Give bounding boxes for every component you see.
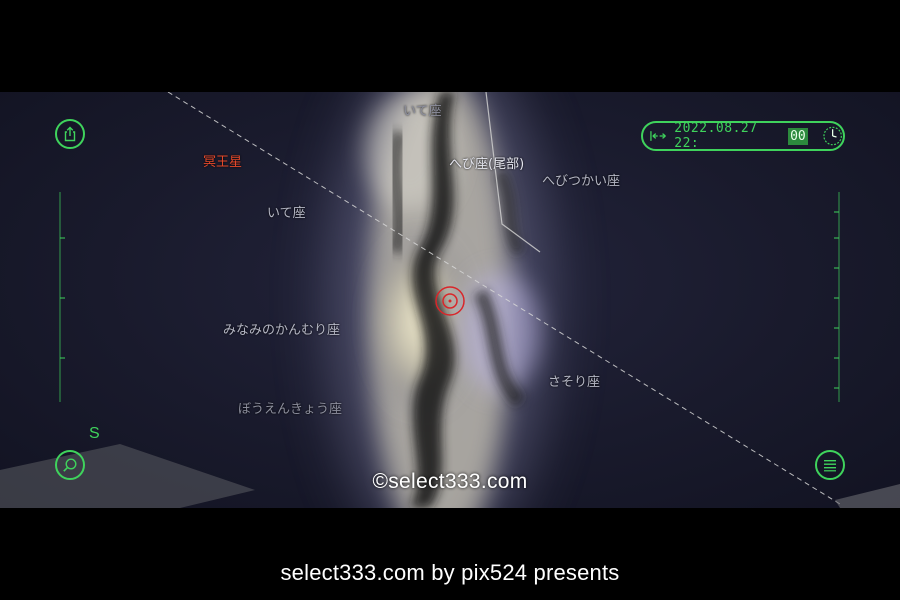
constellation-label-hebi-tail[interactable]: へび座(尾部) bbox=[449, 153, 524, 172]
constellation-label-ite-top[interactable]: いて座 bbox=[403, 100, 442, 119]
time-jump-icon[interactable] bbox=[649, 129, 670, 143]
watermark-text: ©select333.com bbox=[372, 470, 528, 493]
constellation-label-hebitsukai[interactable]: へびつかい座 bbox=[542, 170, 620, 189]
clock-icon[interactable] bbox=[822, 125, 843, 147]
constellation-label-sasori[interactable]: さそり座 bbox=[548, 371, 600, 390]
datetime-date-hour[interactable]: 2022.08.27 22: bbox=[674, 121, 787, 151]
target-reticle-icon[interactable] bbox=[434, 285, 466, 317]
share-icon bbox=[64, 126, 76, 142]
constellation-label-ite-left[interactable]: いて座 bbox=[267, 202, 306, 221]
compass-direction-label: S bbox=[89, 425, 100, 442]
constellation-label-bouenkyou[interactable]: ぼうえんきょう座 bbox=[238, 398, 342, 417]
right-tick-ruler bbox=[834, 192, 840, 402]
footer-credit: select333.com by pix524 presents bbox=[280, 560, 620, 585]
left-tick-ruler bbox=[59, 192, 65, 402]
constellation-label-minami-kanmuri[interactable]: みなみのかんむり座 bbox=[223, 319, 340, 338]
datetime-control[interactable]: 2022.08.27 22: 00 bbox=[641, 121, 845, 151]
planet-label-pluto[interactable]: 冥王星 bbox=[203, 151, 242, 170]
share-button[interactable] bbox=[55, 119, 85, 149]
datetime-minute[interactable]: 00 bbox=[788, 127, 808, 145]
